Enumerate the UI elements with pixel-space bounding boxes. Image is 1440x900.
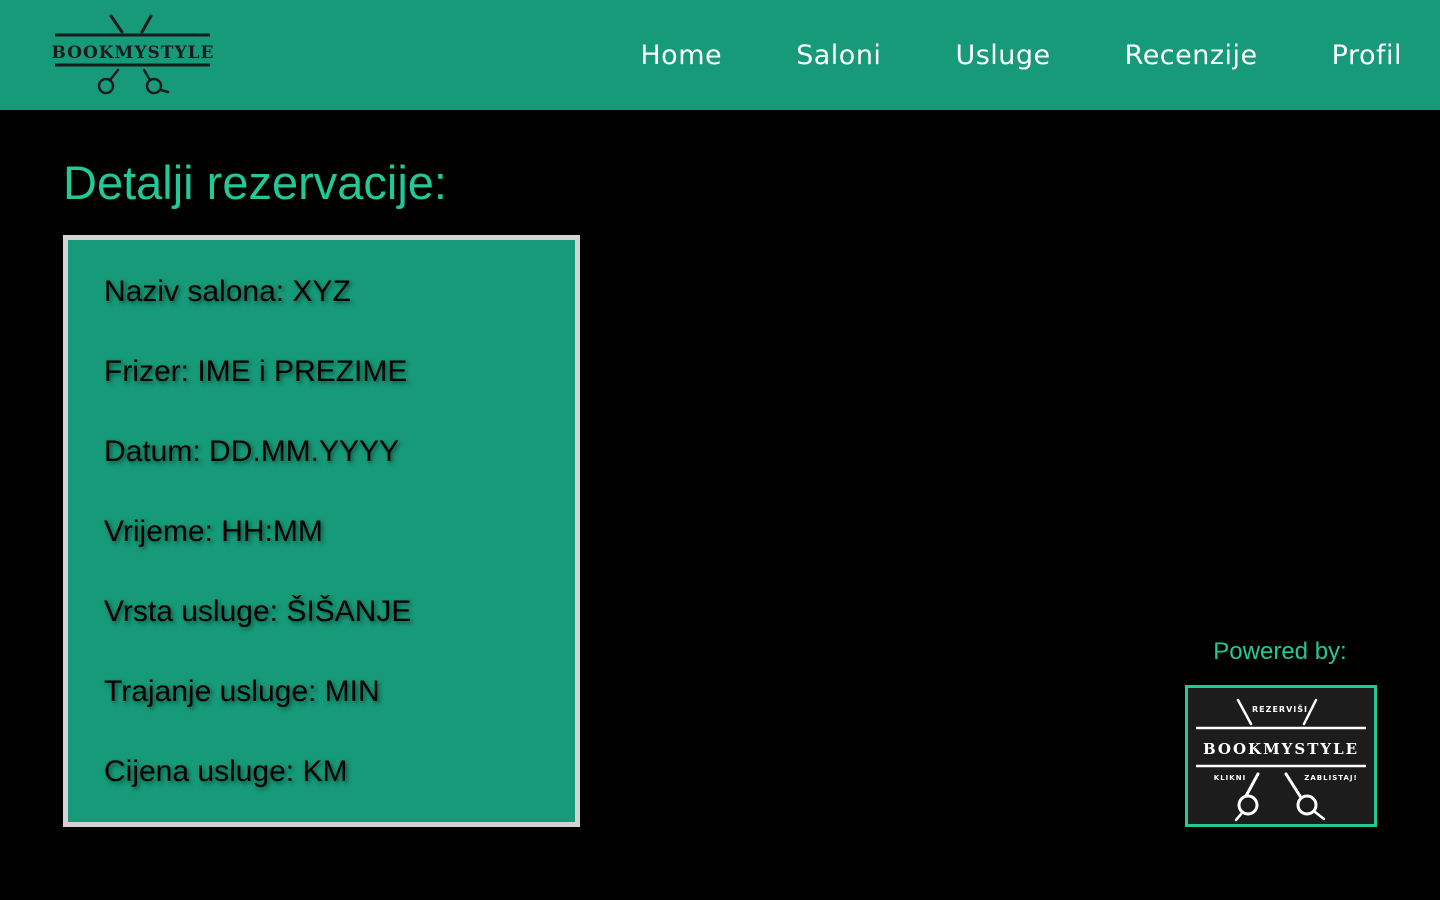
badge-right-text: ZABLISTAJ! bbox=[1304, 774, 1357, 782]
badge-name-text: BOOKMYSTYLE bbox=[1203, 740, 1359, 758]
detail-hairdresser: Frizer: IME i PREZIME bbox=[104, 355, 408, 388]
badge-top-text: REZERVIŠI bbox=[1252, 703, 1308, 714]
page-title: Detalji rezervacije: bbox=[63, 156, 447, 209]
bookmystyle-logo[interactable]: BOOKMYSTYLE bbox=[50, 10, 216, 98]
nav-saloni[interactable]: Saloni bbox=[796, 40, 881, 71]
nav-recenzije[interactable]: Recenzije bbox=[1125, 40, 1258, 71]
detail-service-price: Cijena usluge: KM bbox=[104, 755, 348, 788]
powered-by-badge: REZERVIŠI BOOKMYSTYLE KLIKNI ZABLISTAJ! bbox=[1185, 685, 1377, 827]
reservation-details-card: Naziv salona: XYZ Frizer: IME i PREZIME … bbox=[63, 235, 580, 827]
detail-date: Datum: DD.MM.YYYY bbox=[104, 435, 400, 468]
badge-left-text: KLIKNI bbox=[1214, 774, 1246, 782]
detail-salon-name: Naziv salona: XYZ bbox=[104, 275, 351, 308]
powered-by-label: Powered by: bbox=[1213, 638, 1347, 665]
navbar: BOOKMYSTYLE Home Saloni Usluge Recenzije… bbox=[0, 0, 1440, 110]
detail-time: Vrijeme: HH:MM bbox=[104, 515, 323, 548]
detail-service-type: Vrsta usluge: ŠIŠANJE bbox=[104, 595, 412, 628]
main-nav: Home Saloni Usluge Recenzije Profil bbox=[566, 0, 1440, 110]
logo-text: BOOKMYSTYLE bbox=[51, 43, 214, 63]
nav-home[interactable]: Home bbox=[640, 40, 722, 71]
bookmystyle-badge-icon: REZERVIŠI BOOKMYSTYLE KLIKNI ZABLISTAJ! bbox=[1196, 698, 1366, 822]
nav-usluge[interactable]: Usluge bbox=[955, 40, 1050, 71]
nav-profil[interactable]: Profil bbox=[1332, 40, 1402, 71]
detail-service-duration: Trajanje usluge: MIN bbox=[104, 675, 380, 708]
